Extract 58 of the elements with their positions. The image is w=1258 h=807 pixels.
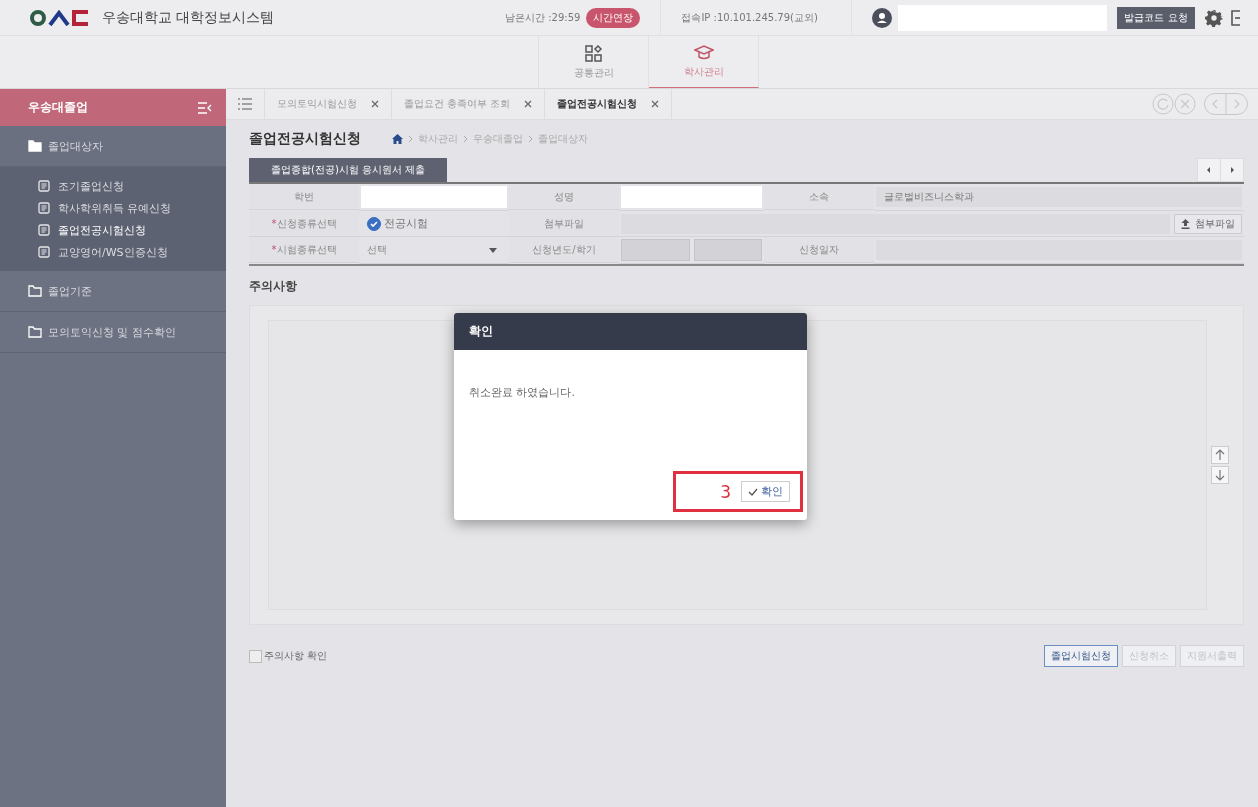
section-tab[interactable]: 졸업종합(전공)시험 응시원서 제출 [249, 158, 448, 182]
sidebar-title: 우송대졸업 [28, 99, 88, 116]
document-icon [38, 180, 50, 192]
document-icon [38, 246, 50, 258]
action-button[interactable]: 졸업시험신청 [1044, 645, 1118, 667]
ip-address: 접속IP :10.101.245.79(교외) [681, 10, 819, 25]
semester-field [693, 239, 762, 261]
chevron-icon [528, 135, 533, 143]
module-tab[interactable]: 공통관리 [539, 36, 649, 88]
breadcrumb-link[interactable]: 우송대졸업 [473, 132, 523, 146]
remaining-time: 남은시간 :29:59 [505, 10, 581, 25]
check-icon [748, 487, 758, 496]
menu-item[interactable]: 교양영어/WS인증신청 [0, 241, 226, 263]
folder-icon [28, 140, 42, 152]
dialog-message: 취소완료 하였습니다. [469, 385, 576, 401]
menu-item[interactable]: 졸업전공시험신청 [0, 219, 226, 241]
caret-icon [489, 247, 497, 253]
step-number: 3 [720, 481, 731, 502]
close-icon[interactable] [524, 100, 533, 108]
home-icon[interactable] [392, 134, 403, 144]
logout-icon[interactable] [1230, 9, 1240, 26]
module-tab[interactable]: 학사관리 [649, 36, 759, 88]
upload-icon [1181, 218, 1190, 229]
check-circle-icon [367, 216, 381, 231]
user-icon [872, 7, 893, 28]
notice-heading: 주의사항 [249, 278, 298, 295]
page-title: 졸업전공시험신청 [249, 130, 361, 148]
extend-time-button[interactable]: 시간연장 [586, 7, 641, 28]
chevron-icon [408, 135, 413, 143]
menu-item[interactable]: 학사학위취득 유예신청 [0, 197, 226, 219]
document-icon [38, 202, 50, 214]
folder-icon [28, 326, 42, 338]
code-request-button[interactable]: 발급코드 요청 [1117, 6, 1195, 29]
page-tab[interactable]: 졸업요건 충족여부 조회 [391, 89, 545, 119]
list-icon[interactable] [238, 98, 252, 110]
attach-file-button[interactable]: 첨부파일 [1174, 213, 1242, 234]
page-tab[interactable]: 모의토익시험신청 [264, 89, 391, 119]
chevron-icon [463, 135, 468, 143]
folder-icon [28, 285, 42, 297]
department-field: 글로벌비즈니스학과 [876, 187, 1242, 207]
agree-checkbox[interactable]: 주의사항 확인 [249, 649, 328, 663]
name-field[interactable] [621, 186, 762, 208]
close-icon[interactable] [651, 100, 660, 108]
settings-icon[interactable] [1204, 8, 1223, 27]
dialog-title: 확인 [469, 323, 493, 340]
modules-icon [584, 44, 603, 63]
exam-type-option[interactable]: 전공시험 [367, 216, 428, 231]
page-tab[interactable]: 졸업전공시험신청 [544, 89, 673, 119]
document-icon [38, 224, 50, 236]
ok-button[interactable]: 확인 [741, 481, 790, 502]
student-number-field[interactable] [361, 186, 507, 208]
system-title: 우송대학교 대학정보시스템 [102, 8, 275, 27]
year-field [621, 239, 690, 261]
exam-select[interactable]: 선택 [367, 243, 501, 257]
graduation-cap-icon [693, 44, 714, 62]
collapse-menu-icon[interactable] [198, 101, 212, 114]
close-icon[interactable] [371, 100, 379, 108]
menu-item[interactable]: 조기졸업신청 [0, 175, 226, 197]
